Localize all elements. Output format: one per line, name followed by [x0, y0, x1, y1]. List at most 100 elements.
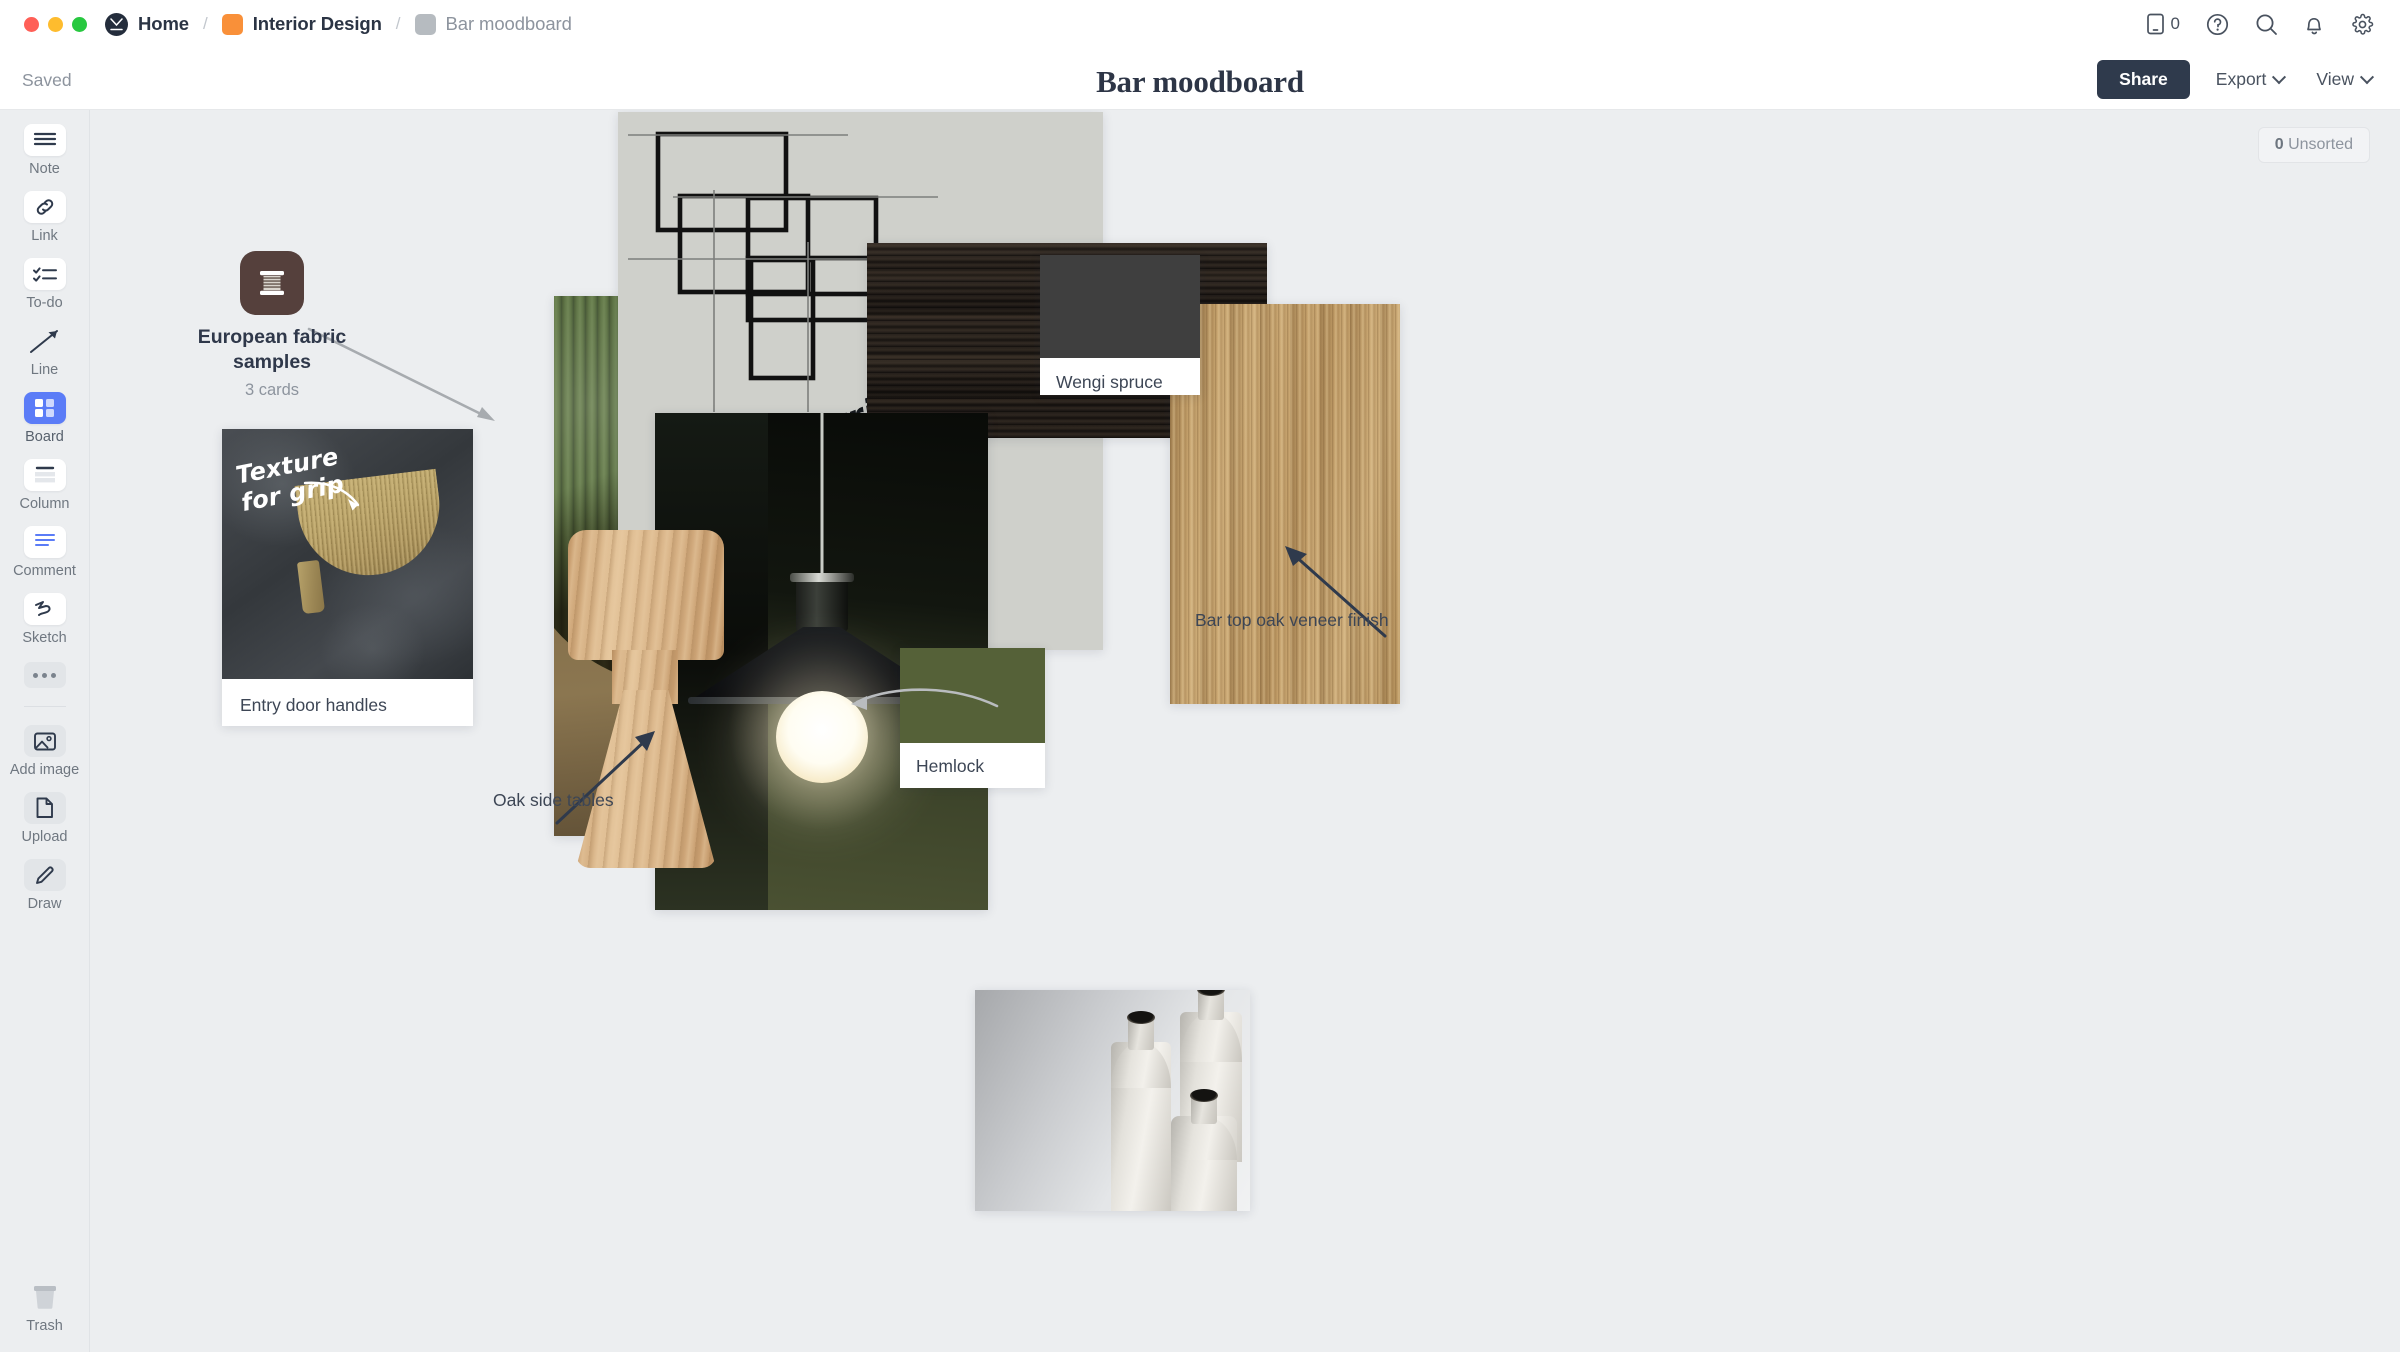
sidebar-item-column[interactable]: Column: [0, 459, 90, 512]
sidebar-label: Draw: [27, 896, 62, 912]
lamp-bulb: [775, 691, 868, 783]
page-title[interactable]: Bar moodboard: [0, 64, 2400, 100]
search-icon[interactable]: [2255, 13, 2278, 36]
chevron-down-icon: [2359, 69, 2375, 84]
sidebar-item-line[interactable]: Line: [0, 325, 90, 378]
export-label: Export: [2215, 69, 2267, 89]
link-icon: [23, 191, 66, 223]
sidebar-item-sketch[interactable]: Sketch: [0, 593, 90, 646]
sidebar-label: Sketch: [22, 630, 67, 646]
vase-mouth: [1190, 1089, 1218, 1102]
sidebar-item-upload[interactable]: Upload: [0, 792, 90, 845]
board-actions: Share Export View: [2097, 60, 2378, 99]
app-logo-icon[interactable]: [105, 12, 128, 36]
top-bar-actions: 0: [2146, 13, 2382, 36]
note-icon: [23, 124, 66, 156]
window-controls[interactable]: [18, 16, 87, 32]
card-wengi-spruce[interactable]: Wengi spruce: [1040, 255, 1200, 395]
label-oak-side-tables: Oak side tables: [493, 790, 614, 810]
trash-icon: [24, 1281, 66, 1313]
image-brass-door-handle: Texture for grip: [222, 429, 473, 679]
line-icon: [24, 325, 66, 357]
board-toolbar: Saved Bar moodboard Share Export View: [0, 48, 2400, 110]
chevron-down-icon: [2272, 69, 2287, 84]
board-icon: [23, 392, 66, 424]
image-icon: [23, 725, 66, 757]
folder-european-fabric-samples[interactable]: European fabric samples 3 cards: [197, 251, 347, 400]
sidebar-label: Column: [19, 496, 70, 512]
card-entry-door-handles[interactable]: Texture for grip Entry door handles: [222, 429, 473, 726]
folder-card-count: 3 cards: [244, 380, 300, 399]
todo-icon: [23, 258, 66, 290]
view-label: View: [2316, 69, 2354, 89]
wengi-spruce-label: Wengi spruce: [1056, 372, 1163, 392]
image-oak-veneer-panel[interactable]: [1170, 304, 1400, 704]
stool-top: [568, 530, 724, 660]
sidebar-label: Line: [30, 362, 59, 378]
help-icon[interactable]: [2206, 13, 2229, 36]
vase-mouth: [1127, 1011, 1155, 1024]
unsorted-count: 0: [2274, 136, 2284, 153]
sidebar-label: Comment: [13, 563, 76, 579]
sidebar-label: Link: [31, 228, 58, 244]
column-icon: [23, 459, 66, 491]
unsorted-label: Unsorted: [2288, 136, 2353, 153]
hemlock-label: Hemlock: [916, 756, 985, 776]
top-bar: Home / Interior Design / Bar moodboard 0: [0, 0, 2400, 48]
breadcrumb-home[interactable]: Home: [138, 13, 189, 35]
sidebar-label: Add image: [9, 762, 80, 778]
sketch-icon: [23, 593, 66, 625]
share-button[interactable]: Share: [2097, 60, 2190, 99]
sidebar-item-add-image[interactable]: Add image: [0, 725, 90, 778]
breadcrumb-board[interactable]: Bar moodboard: [446, 13, 572, 35]
mobile-count: 0: [2170, 14, 2180, 33]
board-color-swatch: [414, 13, 436, 35]
hemlock-swatch: [900, 648, 1045, 743]
stool-base: [576, 690, 716, 868]
folder-title: European fabric samples: [197, 326, 347, 374]
board-canvas[interactable]: 0 Unsorted Wengi spruce Texture for grip…: [90, 110, 2400, 1352]
sidebar-label: Upload: [21, 829, 68, 845]
breadcrumb-separator-2: /: [395, 14, 401, 33]
sidebar-item-comment[interactable]: Comment: [0, 526, 90, 579]
sidebar-item-note[interactable]: Note: [0, 124, 90, 177]
app-window: Home / Interior Design / Bar moodboard 0: [0, 0, 2400, 1352]
sidebar-divider: [23, 706, 66, 707]
sidebar-item-trash[interactable]: Trash: [0, 1281, 90, 1334]
zoom-button[interactable]: [72, 16, 87, 32]
sidebar-label: Board: [25, 429, 64, 445]
breadcrumb-separator-1: /: [203, 14, 208, 33]
image-oak-stool[interactable]: [568, 530, 724, 870]
project-color-swatch: [221, 13, 243, 35]
breadcrumb: Home / Interior Design / Bar moodboard: [105, 12, 572, 36]
comment-icon: [23, 526, 66, 558]
wengi-spruce-swatch: [1040, 255, 1200, 358]
vase-left: [1111, 1011, 1171, 1211]
lamp-socket: [789, 573, 854, 631]
card-hemlock[interactable]: Hemlock: [900, 648, 1045, 788]
close-button[interactable]: [24, 16, 39, 32]
unsorted-badge[interactable]: 0 Unsorted: [2257, 127, 2370, 163]
sidebar-label: To-do: [26, 295, 63, 311]
breadcrumb-project[interactable]: Interior Design: [253, 13, 382, 35]
entry-door-handles-label: Entry door handles: [240, 695, 387, 715]
sidebar-item-todo[interactable]: To-do: [0, 258, 90, 311]
mobile-icon[interactable]: 0: [2146, 13, 2180, 35]
view-button[interactable]: View: [2310, 61, 2378, 98]
sidebar-item-draw[interactable]: Draw: [0, 859, 90, 912]
pencil-icon: [23, 859, 66, 891]
more-tools-icon[interactable]: [23, 662, 66, 688]
sidebar-label: Note: [29, 161, 60, 177]
image-ceramic-vases[interactable]: [975, 990, 1250, 1211]
lamp-cord: [820, 413, 823, 583]
bell-icon[interactable]: [2304, 13, 2325, 36]
sidebar-item-link[interactable]: Link: [0, 191, 90, 244]
minimize-button[interactable]: [48, 16, 63, 32]
gear-icon[interactable]: [2351, 13, 2374, 36]
fabric-spool-icon: [240, 251, 304, 315]
tool-sidebar: Note Link To-do Line Board Column Commen…: [0, 110, 90, 1352]
export-button[interactable]: Export: [2210, 61, 2291, 98]
vase-front-right: [1171, 1089, 1237, 1211]
label-bar-top-oak-veneer: Bar top oak veneer finish: [1195, 610, 1389, 630]
sidebar-item-board[interactable]: Board: [0, 392, 90, 445]
